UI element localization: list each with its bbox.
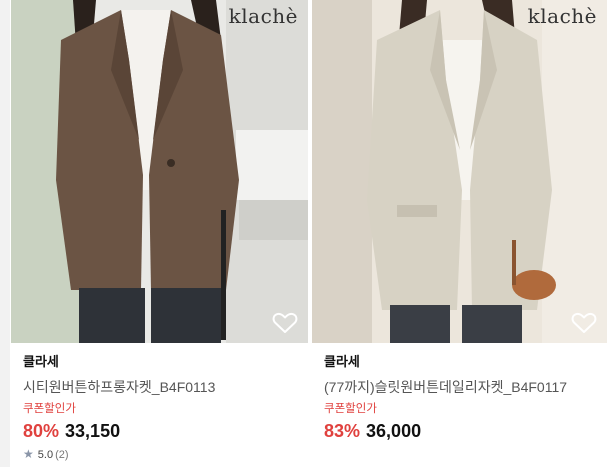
- discount-rate: 83%: [324, 421, 361, 441]
- brand-watermark: klachè: [228, 4, 298, 28]
- star-icon: ★: [23, 447, 34, 461]
- price-row: 80% 33,150: [23, 420, 308, 442]
- heart-outline-icon: [571, 312, 597, 333]
- brand-name[interactable]: 클라세: [23, 353, 308, 371]
- wishlist-button[interactable]: [571, 311, 597, 335]
- product-title[interactable]: 시티원버튼하프롱자켓_B4F0113: [23, 379, 308, 396]
- rating-value: 5.0: [37, 449, 54, 461]
- product-image[interactable]: klachè: [312, 0, 607, 343]
- product-photo-illustration: [11, 0, 308, 343]
- review-count: (2): [55, 449, 69, 461]
- product-info: 클라세 (77까지)슬릿원버튼데일리자켓_B4F0117 쿠폰할인가 83% 36…: [312, 343, 607, 442]
- product-card[interactable]: klachè 클라세 시티원버튼하프롱자켓_B4F0113 쿠폰할인가 80% 3…: [11, 0, 308, 467]
- brand-watermark: klachè: [527, 4, 597, 28]
- product-title[interactable]: (77까지)슬릿원버튼데일리자켓_B4F0117: [324, 379, 607, 396]
- sale-price: 33,150: [65, 421, 121, 441]
- product-photo-illustration: [312, 0, 607, 343]
- price-row: 83% 36,000: [324, 420, 607, 442]
- rating-row: ★ 5.0 (2): [23, 447, 308, 461]
- product-card[interactable]: klachè 클라세 (77까지)슬릿원버튼데일리자켓_B4F0117 쿠폰할인…: [312, 0, 607, 467]
- coupon-price-label: 쿠폰할인가: [23, 403, 76, 415]
- coupon-price-label: 쿠폰할인가: [324, 403, 377, 415]
- brand-name[interactable]: 클라세: [324, 353, 607, 371]
- sale-price: 36,000: [366, 421, 422, 441]
- heart-outline-icon: [272, 312, 298, 333]
- product-image[interactable]: klachè: [11, 0, 308, 343]
- left-gutter: [0, 0, 10, 467]
- discount-rate: 80%: [23, 421, 60, 441]
- product-info: 클라세 시티원버튼하프롱자켓_B4F0113 쿠폰할인가 80% 33,150 ★…: [11, 343, 308, 461]
- wishlist-button[interactable]: [272, 311, 298, 335]
